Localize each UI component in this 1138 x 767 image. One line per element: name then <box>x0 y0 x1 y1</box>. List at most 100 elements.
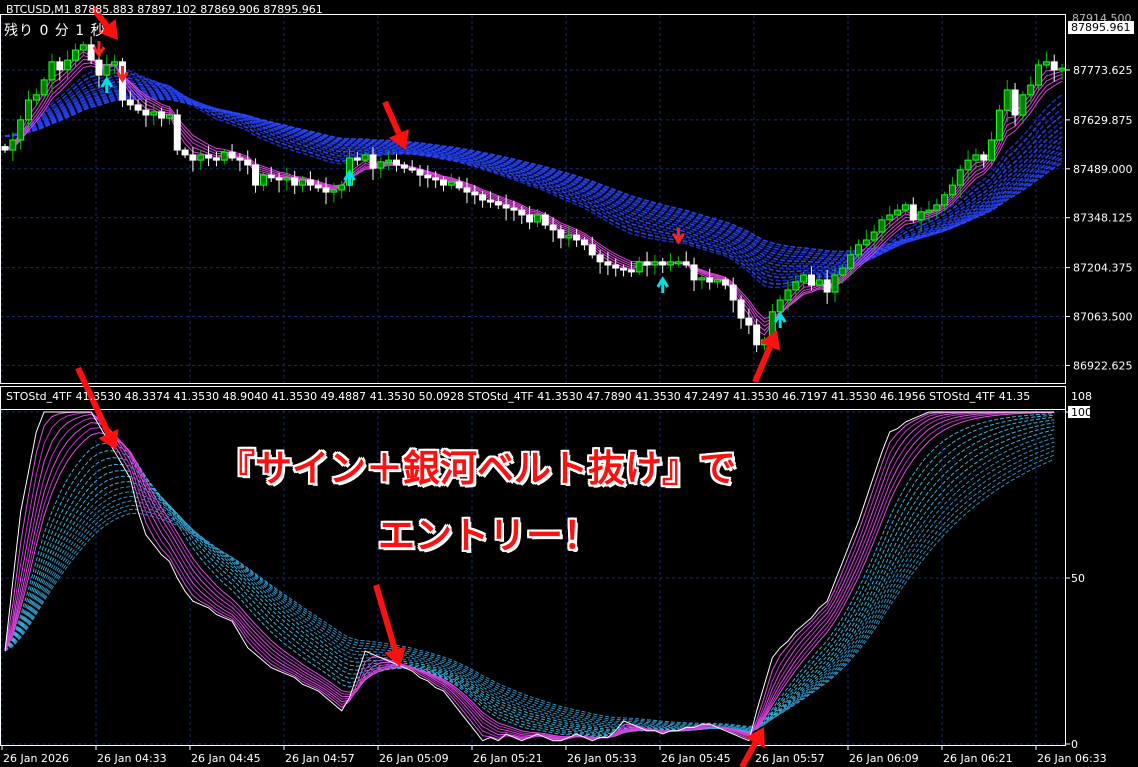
indicator-tick-label: 108 <box>1071 390 1092 403</box>
candle-bear <box>87 44 95 61</box>
candle-bear <box>252 164 260 186</box>
candle-bull <box>150 111 158 116</box>
time-tick-label: 26 Jan 05:21 <box>473 752 543 765</box>
candle-bear <box>737 299 745 319</box>
indicator-tick-label: 0 <box>1071 738 1078 751</box>
candle-bear <box>181 149 189 156</box>
price-tick-label: 87489.000 <box>1073 163 1133 176</box>
candle-bull <box>79 44 87 51</box>
candle-bear <box>416 169 424 176</box>
candle-bull <box>1027 84 1035 96</box>
annotation-arrow-shaft <box>373 584 398 651</box>
symbol-title: BTCUSD,M1 87885.883 87897.102 87869.906 … <box>6 3 323 16</box>
candle-bear <box>479 194 487 201</box>
candle-bear <box>455 181 463 189</box>
sell-arrow-icon <box>92 41 106 58</box>
candle-bear <box>745 317 753 326</box>
candle-bull <box>878 219 886 233</box>
candle-bull <box>995 109 1003 141</box>
candle-bear <box>275 177 283 181</box>
candle-bear <box>486 199 494 203</box>
candle-bull <box>40 79 48 96</box>
candle-bull <box>9 139 17 151</box>
candle-bull <box>839 267 847 276</box>
candle-bear <box>706 277 714 283</box>
galaxy-belt <box>4 64 1063 289</box>
candle-bear <box>95 59 103 76</box>
candle-bull <box>377 161 385 169</box>
candle-bull <box>1035 64 1043 86</box>
candle-bear <box>643 261 651 266</box>
candle-bull <box>220 151 228 161</box>
candle-bear <box>620 267 628 271</box>
candle-bull <box>361 154 369 161</box>
candle-bear <box>729 284 737 301</box>
candle-bear <box>126 99 134 106</box>
candle-bull <box>698 277 706 281</box>
candle-bull <box>299 179 307 186</box>
price-axis[interactable]: 87773.625 87629.875 87489.000 87348.125 8720… <box>1066 64 1133 751</box>
candle-bear <box>212 157 220 161</box>
candle-bear <box>306 179 314 186</box>
candle-bear <box>753 324 761 346</box>
candle-bull <box>1042 61 1050 66</box>
candle-bear <box>400 164 408 169</box>
time-tick-label: 26 Jan 04:57 <box>285 752 355 765</box>
bar-timer: 残り 0 分 1 秒 <box>4 23 106 39</box>
candle-bull <box>800 274 808 283</box>
time-tick-label: 26 Jan 06:33 <box>1037 752 1107 765</box>
candle-bear <box>56 61 64 71</box>
candle-bull <box>48 61 56 81</box>
price-tick-label: 87063.500 <box>1073 311 1133 324</box>
candle-bull <box>17 119 25 141</box>
candle-bull <box>111 61 119 66</box>
candle-bull <box>197 154 205 161</box>
candle-bull <box>862 239 870 246</box>
candle-bull <box>1019 94 1027 116</box>
candle-bull <box>64 59 72 71</box>
candle-bull <box>667 261 675 266</box>
candle-bull <box>956 169 964 186</box>
candle-bear <box>314 184 322 189</box>
time-tick-label: 26 Jan 2026 <box>3 752 69 765</box>
annotation-arrow-shaft <box>382 100 402 135</box>
candle-bull <box>338 184 346 191</box>
candle-bear <box>604 261 612 266</box>
candle-bear <box>369 154 377 169</box>
candle-bull <box>1003 89 1011 111</box>
time-axis[interactable]: 26 Jan 2026 26 Jan 04:33 26 Jan 04:45 26 Ja… <box>1 745 1107 765</box>
candle-bull <box>71 49 79 61</box>
candle-bear <box>573 234 581 241</box>
price-tick-label: 87629.875 <box>1073 114 1133 127</box>
candle-bear <box>807 274 815 286</box>
candle-bear <box>518 209 526 216</box>
candle-bear <box>557 229 565 239</box>
candle-bull <box>1058 67 1066 71</box>
candle-bull <box>714 279 722 283</box>
candle-bull <box>886 214 894 221</box>
chart-canvas[interactable]: 87773.625 87629.875 87489.000 87348.125 8720… <box>0 0 1138 767</box>
candle-bull <box>831 274 839 293</box>
candle-bear <box>173 114 181 151</box>
candle-bear <box>244 159 252 166</box>
candle-bear <box>659 261 667 266</box>
candle-bear <box>424 174 432 179</box>
candle-bear <box>502 204 510 209</box>
candle-bull <box>674 261 682 265</box>
candle-bear <box>721 279 729 286</box>
candle-bear <box>682 261 690 266</box>
candle-bull <box>972 154 980 161</box>
overlay-caption-line1: 『サイン＋銀河ベルト抜け』で <box>218 447 736 490</box>
candle-bear <box>471 191 479 196</box>
price-tick-label: 87773.625 <box>1073 64 1133 77</box>
candle-bear <box>432 177 440 181</box>
indicator-header: STOStd_4TF 41.3530 48.3374 41.3530 48.90… <box>6 390 1031 403</box>
candle-bull <box>847 254 855 269</box>
time-tick-label: 26 Jan 06:09 <box>849 752 919 765</box>
ma-band-line <box>4 51 1063 336</box>
price-tick-label: 86922.625 <box>1073 359 1133 372</box>
candle-bull <box>925 209 933 213</box>
candle-bull <box>933 204 941 211</box>
candle-bear <box>541 214 549 226</box>
candle-bear <box>228 151 236 159</box>
